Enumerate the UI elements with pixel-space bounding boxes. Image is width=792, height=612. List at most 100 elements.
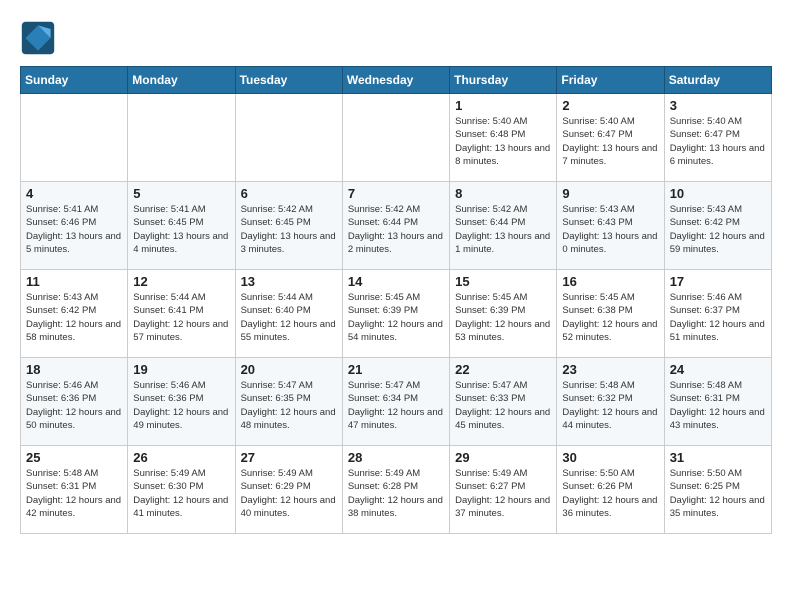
weekday-wednesday: Wednesday: [342, 67, 449, 94]
day-number: 1: [455, 98, 551, 113]
logo: [20, 20, 62, 56]
day-detail: Sunrise: 5:46 AM Sunset: 6:36 PM Dayligh…: [26, 379, 122, 432]
day-number: 31: [670, 450, 766, 465]
day-number: 8: [455, 186, 551, 201]
week-row-5: 25Sunrise: 5:48 AM Sunset: 6:31 PM Dayli…: [21, 446, 772, 534]
day-cell-4: 4 Sunrise: 5:41 AM Sunset: 6:46 PM Daylig…: [21, 182, 128, 270]
day-number: 20: [241, 362, 337, 377]
day-cell-8: 8 Sunrise: 5:42 AM Sunset: 6:44 PM Daylig…: [450, 182, 557, 270]
day-detail: Sunrise: 5:49 AM Sunset: 6:27 PM Dayligh…: [455, 467, 551, 520]
day-cell-13: 13 Sunrise: 5:44 AM Sunset: 6:40 PM Dayli…: [235, 270, 342, 358]
week-row-4: 18Sunrise: 5:46 AM Sunset: 6:36 PM Dayli…: [21, 358, 772, 446]
day-cell-14: 14 Sunrise: 5:45 AM Sunset: 6:39 PM Dayli…: [342, 270, 449, 358]
day-cell-17: 17 Sunrise: 5:46 AM Sunset: 6:37 PM Dayli…: [664, 270, 771, 358]
empty-cell: [342, 94, 449, 182]
day-cell-2: 2 Sunrise: 5:40 AM Sunset: 6:47 PM Daylig…: [557, 94, 664, 182]
day-cell-24: 24Sunrise: 5:48 AM Sunset: 6:31 PM Dayli…: [664, 358, 771, 446]
day-detail: Sunrise: 5:48 AM Sunset: 6:32 PM Dayligh…: [562, 379, 658, 432]
weekday-thursday: Thursday: [450, 67, 557, 94]
day-cell-25: 25Sunrise: 5:48 AM Sunset: 6:31 PM Dayli…: [21, 446, 128, 534]
day-cell-16: 16 Sunrise: 5:45 AM Sunset: 6:38 PM Dayli…: [557, 270, 664, 358]
day-cell-7: 7 Sunrise: 5:42 AM Sunset: 6:44 PM Daylig…: [342, 182, 449, 270]
weekday-tuesday: Tuesday: [235, 67, 342, 94]
logo-icon: [20, 20, 56, 56]
day-cell-9: 9Sunrise: 5:43 AM Sunset: 6:43 PM Daylig…: [557, 182, 664, 270]
day-number: 21: [348, 362, 444, 377]
day-cell-11: 11 Sunrise: 5:43 AM Sunset: 6:42 PM Dayli…: [21, 270, 128, 358]
day-detail: Sunrise: 5:42 AM Sunset: 6:44 PM Dayligh…: [348, 203, 444, 256]
day-number: 30: [562, 450, 658, 465]
day-cell-22: 22Sunrise: 5:47 AM Sunset: 6:33 PM Dayli…: [450, 358, 557, 446]
day-cell-3: 3Sunrise: 5:40 AM Sunset: 6:47 PM Daylig…: [664, 94, 771, 182]
weekday-friday: Friday: [557, 67, 664, 94]
day-cell-23: 23 Sunrise: 5:48 AM Sunset: 6:32 PM Dayli…: [557, 358, 664, 446]
day-number: 7: [348, 186, 444, 201]
day-cell-18: 18Sunrise: 5:46 AM Sunset: 6:36 PM Dayli…: [21, 358, 128, 446]
empty-cell: [21, 94, 128, 182]
day-cell-27: 27 Sunrise: 5:49 AM Sunset: 6:29 PM Dayli…: [235, 446, 342, 534]
day-number: 28: [348, 450, 444, 465]
day-cell-15: 15 Sunrise: 5:45 AM Sunset: 6:39 PM Dayli…: [450, 270, 557, 358]
day-detail: Sunrise: 5:44 AM Sunset: 6:40 PM Dayligh…: [241, 291, 337, 344]
day-number: 11: [26, 274, 122, 289]
week-row-3: 11 Sunrise: 5:43 AM Sunset: 6:42 PM Dayli…: [21, 270, 772, 358]
day-cell-12: 12 Sunrise: 5:44 AM Sunset: 6:41 PM Dayli…: [128, 270, 235, 358]
day-number: 19: [133, 362, 229, 377]
weekday-saturday: Saturday: [664, 67, 771, 94]
day-cell-20: 20 Sunrise: 5:47 AM Sunset: 6:35 PM Dayli…: [235, 358, 342, 446]
calendar-body: 1 Sunrise: 5:40 AM Sunset: 6:48 PM Daylig…: [21, 94, 772, 534]
day-detail: Sunrise: 5:45 AM Sunset: 6:38 PM Dayligh…: [562, 291, 658, 344]
week-row-1: 1 Sunrise: 5:40 AM Sunset: 6:48 PM Daylig…: [21, 94, 772, 182]
day-detail: Sunrise: 5:50 AM Sunset: 6:26 PM Dayligh…: [562, 467, 658, 520]
day-detail: Sunrise: 5:42 AM Sunset: 6:44 PM Dayligh…: [455, 203, 551, 256]
day-cell-1: 1 Sunrise: 5:40 AM Sunset: 6:48 PM Daylig…: [450, 94, 557, 182]
day-number: 15: [455, 274, 551, 289]
day-detail: Sunrise: 5:40 AM Sunset: 6:47 PM Dayligh…: [562, 115, 658, 168]
day-detail: Sunrise: 5:47 AM Sunset: 6:33 PM Dayligh…: [455, 379, 551, 432]
day-detail: Sunrise: 5:45 AM Sunset: 6:39 PM Dayligh…: [455, 291, 551, 344]
day-number: 24: [670, 362, 766, 377]
day-detail: Sunrise: 5:46 AM Sunset: 6:37 PM Dayligh…: [670, 291, 766, 344]
day-number: 10: [670, 186, 766, 201]
day-number: 23: [562, 362, 658, 377]
day-number: 6: [241, 186, 337, 201]
empty-cell: [235, 94, 342, 182]
day-number: 29: [455, 450, 551, 465]
day-number: 17: [670, 274, 766, 289]
page-header: [20, 20, 772, 56]
day-number: 12: [133, 274, 229, 289]
day-detail: Sunrise: 5:44 AM Sunset: 6:41 PM Dayligh…: [133, 291, 229, 344]
day-number: 2: [562, 98, 658, 113]
day-detail: Sunrise: 5:40 AM Sunset: 6:47 PM Dayligh…: [670, 115, 766, 168]
day-cell-26: 26 Sunrise: 5:49 AM Sunset: 6:30 PM Dayli…: [128, 446, 235, 534]
day-cell-21: 21 Sunrise: 5:47 AM Sunset: 6:34 PM Dayli…: [342, 358, 449, 446]
day-number: 14: [348, 274, 444, 289]
day-number: 16: [562, 274, 658, 289]
day-number: 13: [241, 274, 337, 289]
day-detail: Sunrise: 5:45 AM Sunset: 6:39 PM Dayligh…: [348, 291, 444, 344]
day-number: 9: [562, 186, 658, 201]
day-number: 26: [133, 450, 229, 465]
week-row-2: 4 Sunrise: 5:41 AM Sunset: 6:46 PM Daylig…: [21, 182, 772, 270]
day-cell-28: 28 Sunrise: 5:49 AM Sunset: 6:28 PM Dayli…: [342, 446, 449, 534]
day-detail: Sunrise: 5:49 AM Sunset: 6:29 PM Dayligh…: [241, 467, 337, 520]
day-detail: Sunrise: 5:40 AM Sunset: 6:48 PM Dayligh…: [455, 115, 551, 168]
weekday-monday: Monday: [128, 67, 235, 94]
calendar-table: SundayMondayTuesdayWednesdayThursdayFrid…: [20, 66, 772, 534]
day-detail: Sunrise: 5:43 AM Sunset: 6:42 PM Dayligh…: [26, 291, 122, 344]
day-number: 27: [241, 450, 337, 465]
weekday-sunday: Sunday: [21, 67, 128, 94]
day-detail: Sunrise: 5:43 AM Sunset: 6:42 PM Dayligh…: [670, 203, 766, 256]
day-detail: Sunrise: 5:49 AM Sunset: 6:30 PM Dayligh…: [133, 467, 229, 520]
day-detail: Sunrise: 5:50 AM Sunset: 6:25 PM Dayligh…: [670, 467, 766, 520]
empty-cell: [128, 94, 235, 182]
day-detail: Sunrise: 5:49 AM Sunset: 6:28 PM Dayligh…: [348, 467, 444, 520]
day-detail: Sunrise: 5:48 AM Sunset: 6:31 PM Dayligh…: [26, 467, 122, 520]
day-detail: Sunrise: 5:46 AM Sunset: 6:36 PM Dayligh…: [133, 379, 229, 432]
day-number: 4: [26, 186, 122, 201]
day-cell-5: 5Sunrise: 5:41 AM Sunset: 6:45 PM Daylig…: [128, 182, 235, 270]
day-detail: Sunrise: 5:47 AM Sunset: 6:34 PM Dayligh…: [348, 379, 444, 432]
day-detail: Sunrise: 5:42 AM Sunset: 6:45 PM Dayligh…: [241, 203, 337, 256]
day-detail: Sunrise: 5:47 AM Sunset: 6:35 PM Dayligh…: [241, 379, 337, 432]
day-detail: Sunrise: 5:41 AM Sunset: 6:46 PM Dayligh…: [26, 203, 122, 256]
